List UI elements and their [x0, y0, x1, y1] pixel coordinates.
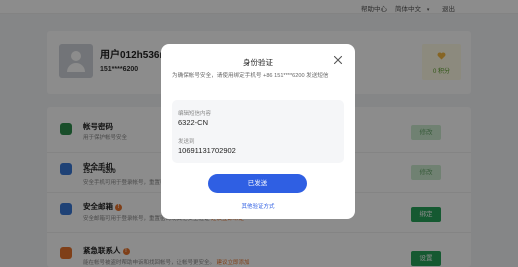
sms-info-box: 编辑短信内容 6322-CN 发送到 10691131702902 [172, 100, 344, 163]
close-icon[interactable] [333, 55, 343, 65]
dialog-title: 身份验证 [243, 58, 273, 67]
send-to-number: 10691131702902 [178, 146, 236, 155]
identity-verification-dialog: 身份验证 为确保帐号安全，请使用绑定手机号 +86 151****6200 发送… [161, 44, 355, 219]
sent-button[interactable]: 已发送 [208, 174, 307, 193]
other-verification-method-link[interactable]: 其他验证方式 [161, 202, 355, 210]
sms-content-label: 编辑短信内容 [178, 111, 212, 117]
sms-content-value: 6322-CN [178, 118, 209, 127]
dialog-description: 为确保帐号安全，请使用绑定手机号 +86 151****6200 发送短信 [172, 73, 329, 79]
send-to-label: 发送到 [178, 139, 195, 145]
